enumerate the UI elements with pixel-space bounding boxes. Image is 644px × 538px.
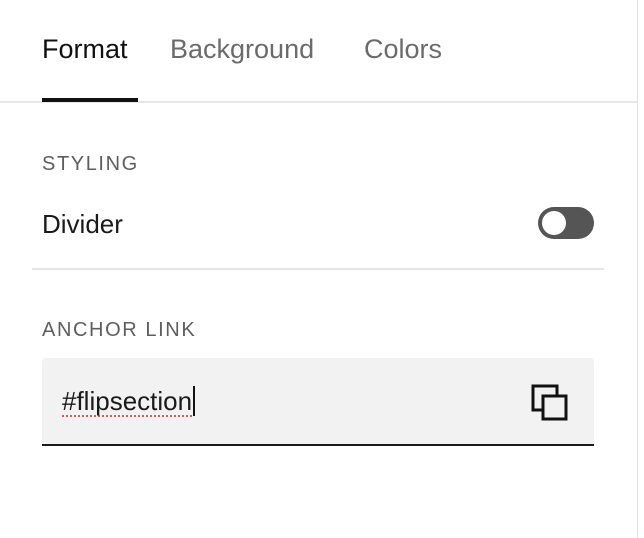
anchor-link-value: #flipsection xyxy=(62,386,193,416)
section-divider xyxy=(32,268,604,270)
copy-icon[interactable] xyxy=(530,383,570,423)
tab-background[interactable]: Background xyxy=(170,31,314,67)
anchor-link-input[interactable]: #flipsection xyxy=(62,383,502,419)
active-tab-indicator xyxy=(42,98,138,102)
tab-format[interactable]: Format xyxy=(42,31,128,67)
styling-heading: STYLING xyxy=(42,153,139,175)
section-settings-panel: Format Background Colors STYLING Divider… xyxy=(0,0,638,538)
divider-label: Divider xyxy=(42,209,123,239)
text-caret xyxy=(193,386,196,416)
anchor-link-heading: ANCHOR LINK xyxy=(42,319,197,341)
tab-colors[interactable]: Colors xyxy=(364,31,442,67)
toggle-knob xyxy=(542,211,566,235)
tab-bar: Format Background Colors xyxy=(0,0,638,103)
anchor-link-field[interactable]: #flipsection xyxy=(42,358,594,446)
divider-toggle[interactable] xyxy=(538,207,594,239)
